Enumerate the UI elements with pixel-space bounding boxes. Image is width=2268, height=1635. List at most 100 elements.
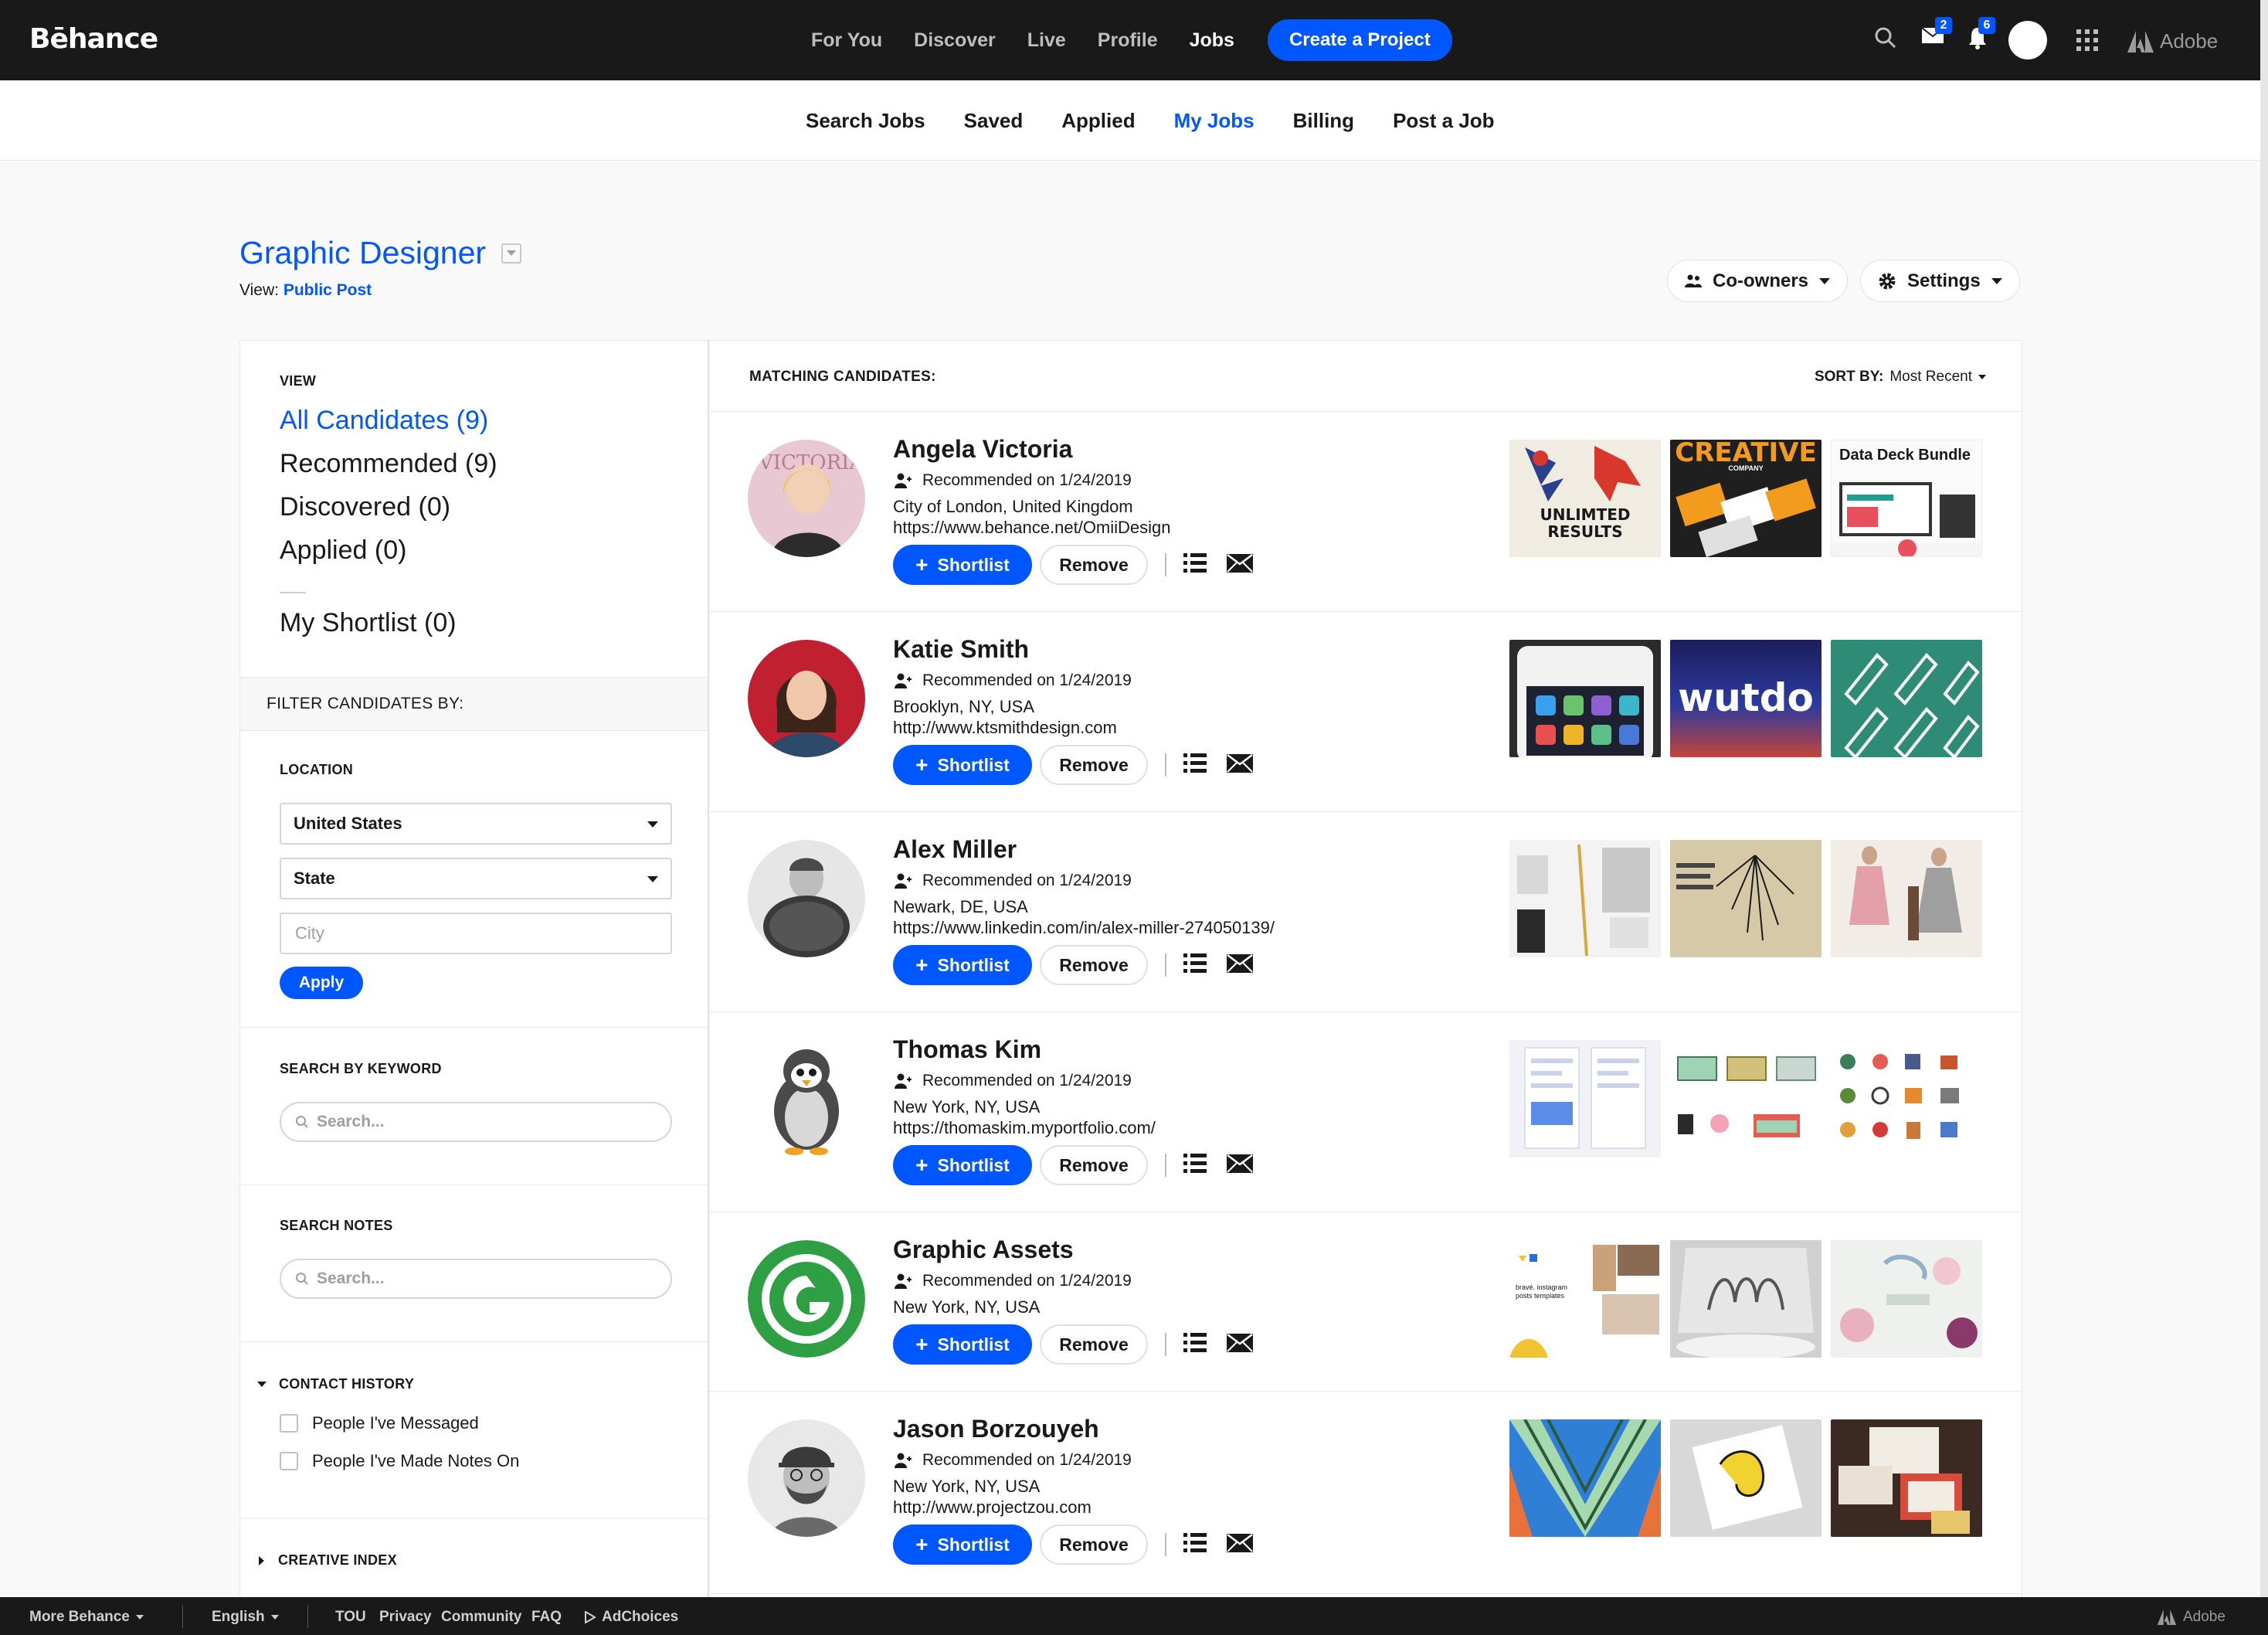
project-thumbnail[interactable]: bravé. instagram posts templates	[1509, 1240, 1661, 1358]
nav-for-you[interactable]: For You	[811, 29, 882, 52]
candidate-avatar[interactable]	[748, 1240, 865, 1358]
candidate-url[interactable]: https://www.linkedin.com/in/alex-miller-…	[893, 918, 1275, 938]
behance-logo[interactable]: Bēhance	[29, 23, 158, 55]
country-select[interactable]: United States	[280, 803, 672, 845]
nav-live[interactable]: Live	[1027, 29, 1066, 52]
job-title-dropdown[interactable]: Graphic Designer	[239, 235, 522, 271]
project-thumbnail[interactable]	[1670, 1419, 1822, 1537]
view-recommended[interactable]: Recommended (9)	[280, 449, 497, 479]
remove-button[interactable]: Remove	[1040, 1525, 1148, 1565]
user-avatar[interactable]	[2008, 21, 2047, 59]
candidate-name[interactable]: Thomas Kim	[893, 1035, 1041, 1064]
list-icon[interactable]	[1183, 1532, 1207, 1557]
public-post-link[interactable]: Public Post	[284, 281, 372, 299]
view-my-shortlist[interactable]: My Shortlist (0)	[280, 608, 457, 638]
remove-button[interactable]: Remove	[1040, 1145, 1148, 1185]
shortlist-button[interactable]: + Shortlist	[893, 1324, 1032, 1365]
language-dropdown[interactable]: English	[212, 1609, 279, 1626]
list-icon[interactable]	[1183, 953, 1207, 977]
apply-button[interactable]: Apply	[280, 967, 363, 999]
create-project-button[interactable]: Create a Project	[1267, 19, 1452, 61]
candidate-name[interactable]: Alex Miller	[893, 835, 1017, 864]
project-thumbnail[interactable]	[1831, 1419, 1982, 1537]
remove-button[interactable]: Remove	[1040, 745, 1148, 785]
subnav-applied[interactable]: Applied	[1061, 109, 1135, 133]
city-input[interactable]: City	[280, 913, 672, 954]
project-thumbnail[interactable]: wutdo	[1670, 640, 1822, 757]
project-thumbnail[interactable]	[1831, 640, 1982, 757]
mail-icon[interactable]	[1227, 1154, 1253, 1177]
mail-icon[interactable]	[1227, 1333, 1253, 1356]
nav-jobs[interactable]: Jobs	[1190, 29, 1234, 52]
footer-community[interactable]: Community	[441, 1609, 522, 1626]
shortlist-button[interactable]: + Shortlist	[893, 945, 1032, 985]
notes-search-input[interactable]: Search...	[280, 1259, 672, 1299]
shortlist-button[interactable]: + Shortlist	[893, 745, 1032, 785]
view-all-candidates[interactable]: All Candidates (9)	[280, 406, 488, 436]
candidate-avatar[interactable]	[748, 840, 865, 957]
messaged-filter[interactable]: People I've Messaged	[280, 1413, 479, 1433]
nav-discover[interactable]: Discover	[914, 29, 996, 52]
mail-icon[interactable]	[1227, 753, 1253, 777]
candidate-name[interactable]: Graphic Assets	[893, 1236, 1074, 1264]
candidate-url[interactable]: http://www.ktsmithdesign.com	[893, 718, 1117, 738]
adchoices-link[interactable]: AdChoices	[585, 1609, 678, 1626]
project-thumbnail[interactable]	[1831, 1240, 1982, 1358]
notes-filter[interactable]: People I've Made Notes On	[280, 1451, 519, 1471]
mail-icon[interactable]	[1227, 1533, 1253, 1556]
mail-icon[interactable]	[1227, 553, 1253, 576]
search-icon[interactable]	[1874, 26, 1897, 53]
project-thumbnail[interactable]	[1509, 640, 1661, 757]
checkbox[interactable]	[280, 1414, 298, 1433]
candidate-avatar[interactable]	[748, 1040, 865, 1157]
messages-icon[interactable]: 2	[1921, 17, 1952, 49]
candidate-url[interactable]: https://thomaskim.myportfolio.com/	[893, 1118, 1156, 1138]
project-thumbnail[interactable]	[1831, 1040, 1982, 1157]
candidate-url[interactable]: https://www.behance.net/OmiiDesign	[893, 518, 1171, 538]
notifications-icon[interactable]: 6	[1968, 17, 1995, 53]
project-thumbnail[interactable]	[1509, 840, 1661, 957]
adobe-link[interactable]: Adobe	[2127, 29, 2218, 53]
project-thumbnail[interactable]: UNLIMTED RESULTS	[1509, 440, 1661, 557]
state-select[interactable]: State	[280, 858, 672, 899]
more-behance-dropdown[interactable]: More Behance	[29, 1609, 144, 1626]
remove-button[interactable]: Remove	[1040, 945, 1148, 985]
list-icon[interactable]	[1183, 1332, 1207, 1357]
footer-faq[interactable]: FAQ	[531, 1609, 562, 1626]
footer-tou[interactable]: TOU	[335, 1609, 366, 1626]
project-thumbnail[interactable]	[1670, 840, 1822, 957]
project-thumbnail[interactable]	[1509, 1419, 1661, 1537]
subnav-billing[interactable]: Billing	[1293, 109, 1354, 133]
project-thumbnail[interactable]	[1509, 1040, 1661, 1157]
footer-privacy[interactable]: Privacy	[379, 1609, 432, 1626]
settings-button[interactable]: Settings	[1860, 260, 2020, 302]
view-applied[interactable]: Applied (0)	[280, 535, 406, 566]
view-discovered[interactable]: Discovered (0)	[280, 492, 450, 522]
co-owners-button[interactable]: Co-owners	[1667, 260, 1849, 302]
candidate-avatar[interactable]	[748, 1419, 865, 1537]
apps-grid-icon[interactable]	[2076, 29, 2098, 55]
mail-icon[interactable]	[1227, 953, 1253, 977]
list-icon[interactable]	[1183, 753, 1207, 777]
shortlist-button[interactable]: + Shortlist	[893, 545, 1032, 585]
project-thumbnail[interactable]	[1670, 1040, 1822, 1157]
remove-button[interactable]: Remove	[1040, 545, 1148, 585]
chevron-down-icon[interactable]	[501, 243, 522, 263]
subnav-my-jobs[interactable]: My Jobs	[1174, 109, 1255, 133]
list-icon[interactable]	[1183, 552, 1207, 577]
sort-dropdown[interactable]: SORT BY: Most Recent	[1815, 369, 1986, 386]
subnav-search-jobs[interactable]: Search Jobs	[806, 109, 925, 133]
project-thumbnail[interactable]: CREATIVE COMPANY	[1670, 440, 1822, 557]
nav-profile[interactable]: Profile	[1098, 29, 1158, 52]
footer-adobe-link[interactable]: Adobe	[2157, 1609, 2226, 1626]
project-thumbnail[interactable]	[1670, 1240, 1822, 1358]
project-thumbnail[interactable]: Data Deck Bundle	[1831, 440, 1982, 557]
list-icon[interactable]	[1183, 1153, 1207, 1178]
candidate-avatar[interactable]	[748, 640, 865, 757]
shortlist-button[interactable]: + Shortlist	[893, 1525, 1032, 1565]
candidate-name[interactable]: Jason Borzouyeh	[893, 1415, 1099, 1443]
candidate-name[interactable]: Katie Smith	[893, 635, 1029, 664]
shortlist-button[interactable]: + Shortlist	[893, 1145, 1032, 1185]
contact-history-toggle[interactable]: CONTACT HISTORY	[257, 1376, 414, 1392]
subnav-saved[interactable]: Saved	[964, 109, 1024, 133]
